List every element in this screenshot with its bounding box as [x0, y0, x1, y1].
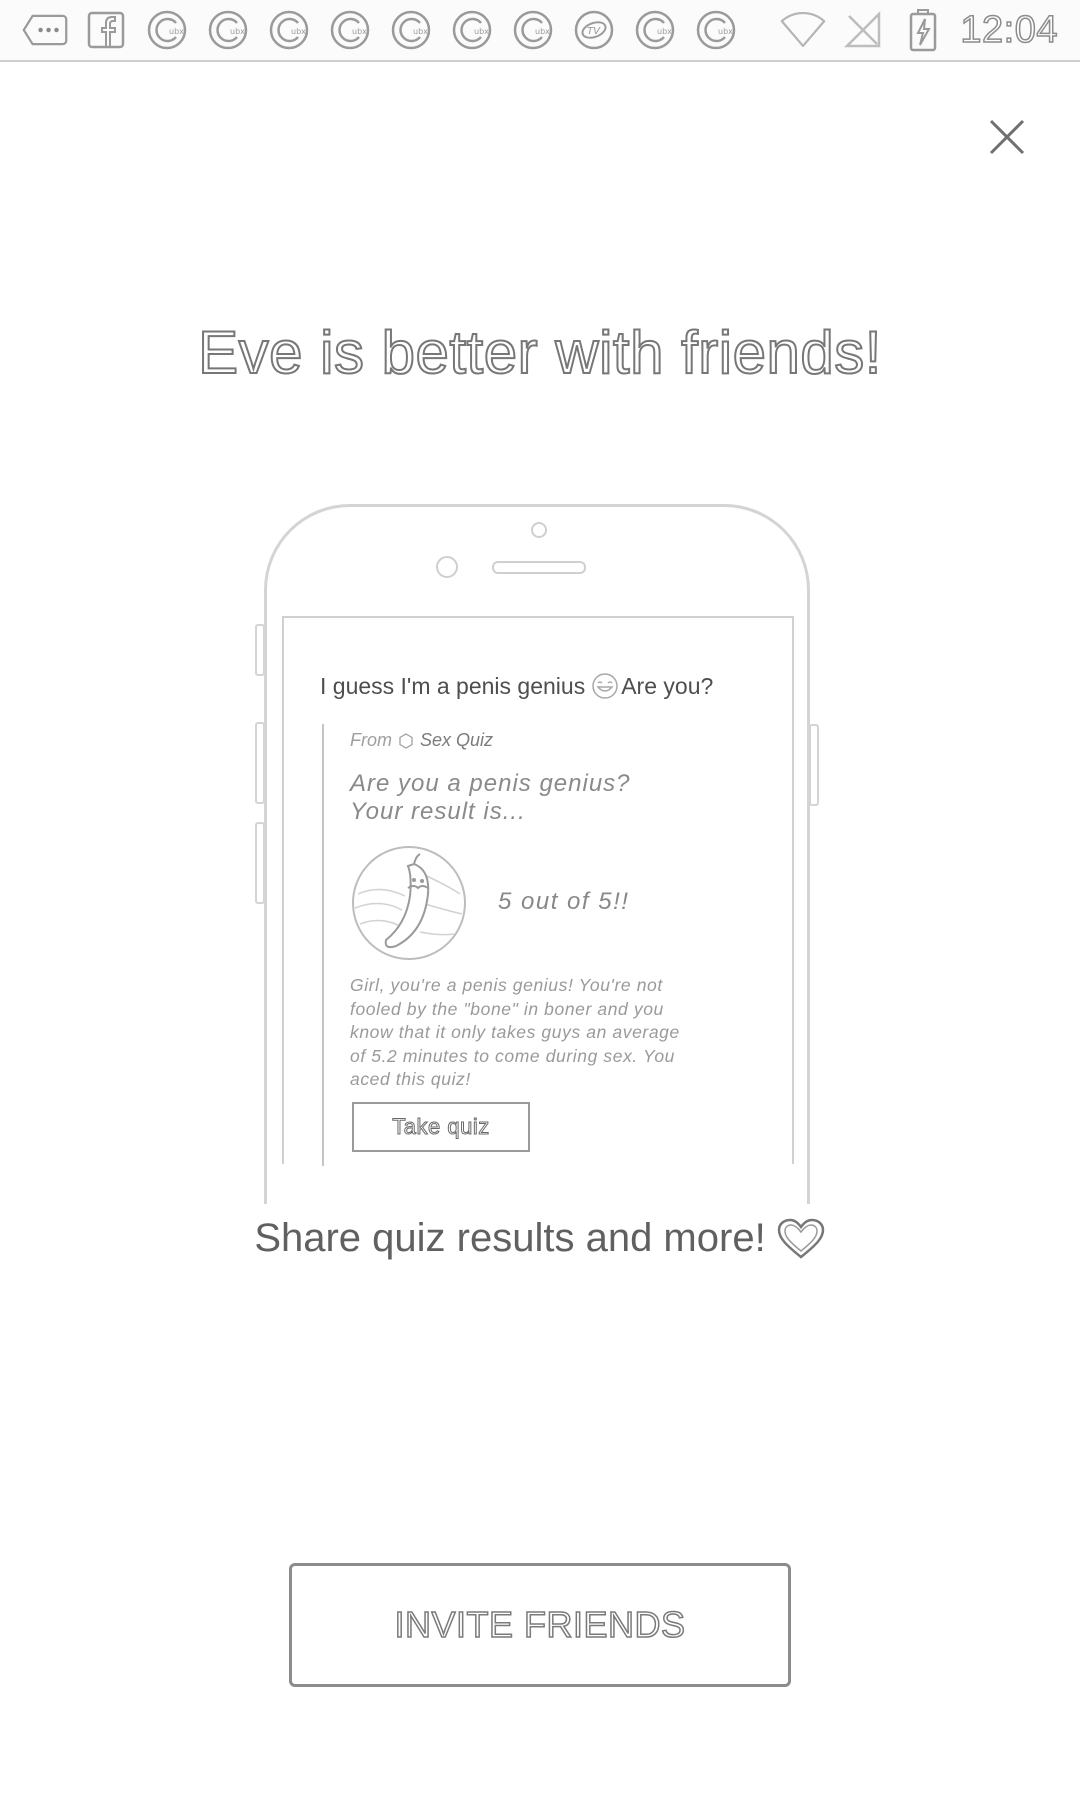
from-name: Sex Quiz	[420, 730, 494, 750]
from-label: From	[350, 730, 392, 750]
phone-side-button	[255, 722, 265, 804]
system-icons: 12:04	[780, 8, 1058, 52]
phone-sensor	[436, 556, 458, 578]
tv-icon: TV	[571, 7, 617, 53]
grinning-face-icon	[592, 673, 618, 699]
clock: 12:04	[960, 8, 1059, 52]
from-line: From Sex Quiz	[350, 730, 493, 751]
result-description-line: fooled by the "bone" in boner and you	[350, 998, 664, 1019]
quiz-score: 5 out of 5!!	[498, 888, 630, 915]
result-description-line: know that it only takes guys an average	[350, 1022, 680, 1042]
clubs-icon: ubx	[388, 7, 434, 53]
phone-side-button	[255, 624, 265, 676]
battery-charging-icon	[900, 7, 946, 53]
hexagon-icon	[399, 732, 413, 749]
cucumber-icon	[352, 846, 466, 960]
page-title: Eve is better with friends!	[197, 318, 882, 387]
close-button[interactable]	[982, 112, 1032, 162]
take-quiz-button: Take quiz	[352, 1102, 530, 1152]
shared-message: I guess I'm a penis genius Are you?	[320, 672, 713, 700]
svg-text:ubx: ubx	[474, 27, 489, 36]
facebook-icon	[83, 7, 129, 53]
svg-text:ubx: ubx	[718, 27, 733, 36]
clubs-icon: ubx	[632, 7, 678, 53]
clubs-icon: ubx	[327, 7, 373, 53]
notification-icons: ubx ubx ubx ubx ubx ubx ubx TV ubx ubx	[22, 8, 739, 52]
message-text-end: Are you?	[621, 672, 714, 699]
clubs-icon: ubx	[693, 7, 739, 53]
clubs-icon: ubx	[266, 7, 312, 53]
quiz-question-line: Your result is...	[350, 798, 526, 825]
no-sim-icon	[840, 7, 886, 53]
wifi-icon	[780, 7, 826, 53]
svg-text:ubx: ubx	[169, 27, 184, 36]
phone-illustration: I guess I'm a penis genius Are you? From…	[255, 504, 819, 1204]
phone-side-button	[255, 822, 265, 904]
close-icon	[989, 119, 1025, 155]
svg-text:TV: TV	[587, 26, 601, 37]
share-text: Share quiz results and more!	[254, 1216, 766, 1260]
clubs-icon: ubx	[144, 7, 190, 53]
quiz-question: Are you a penis genius? Your result is..…	[350, 770, 631, 826]
result-description-line: of 5.2 minutes to come during sex. You	[350, 1045, 676, 1066]
svg-text:ubx: ubx	[291, 27, 306, 36]
quiz-question-line: Are you a penis genius?	[350, 770, 631, 797]
phone-side-button	[809, 724, 819, 806]
more-icon	[22, 7, 68, 53]
svg-text:ubx: ubx	[413, 27, 428, 36]
phone-screen: I guess I'm a penis genius Are you? From…	[282, 616, 794, 1166]
result-description: Girl, you're a penis genius! You're not …	[350, 974, 770, 1092]
quote-bar	[322, 724, 324, 1166]
phone-camera	[531, 522, 547, 538]
svg-text:ubx: ubx	[230, 27, 245, 36]
svg-text:ubx: ubx	[352, 27, 367, 36]
clubs-icon: ubx	[510, 7, 556, 53]
clubs-icon: ubx	[205, 7, 251, 53]
invite-friends-button[interactable]: INVITE FRIENDS	[289, 1563, 791, 1687]
clubs-icon: ubx	[449, 7, 495, 53]
share-caption: Share quiz results and more!	[0, 1216, 1080, 1261]
result-description-line: aced this quiz!	[350, 1069, 471, 1089]
heart-icon	[777, 1218, 824, 1259]
svg-text:ubx: ubx	[657, 27, 672, 36]
phone-speaker	[492, 561, 586, 574]
svg-text:ubx: ubx	[535, 27, 550, 36]
message-text: I guess I'm a penis genius	[320, 672, 586, 699]
status-bar: ubx ubx ubx ubx ubx ubx ubx TV ubx ubx 1…	[0, 0, 1080, 62]
result-description-line: Girl, you're a penis genius! You're not	[350, 975, 663, 995]
